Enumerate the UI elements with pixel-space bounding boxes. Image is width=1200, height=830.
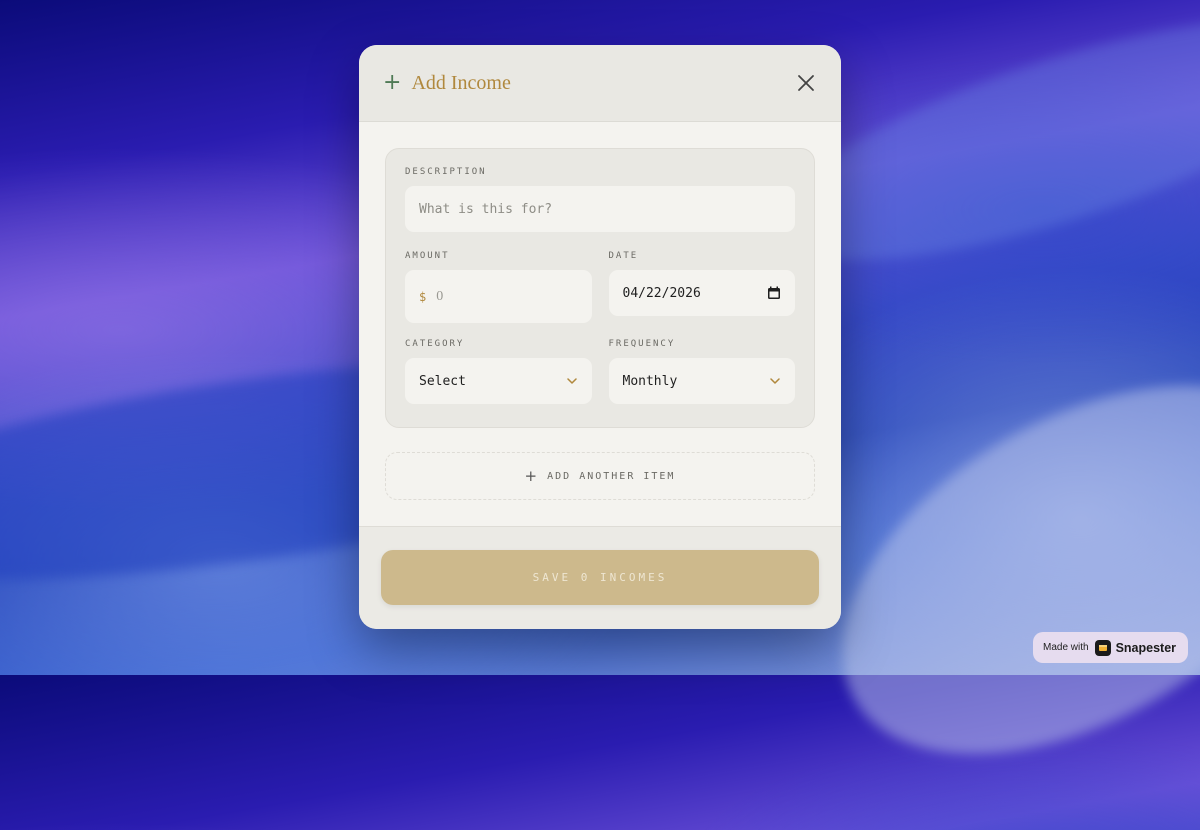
amount-date-row: AMOUNT $ 0 DATE 04/22/2026: [405, 251, 795, 323]
modal-body: DESCRIPTION What is this for? AMOUNT $ 0…: [359, 122, 841, 500]
modal-header: + Add Income: [359, 45, 841, 122]
category-frequency-row: CATEGORY Select FREQUENCY Monthly: [405, 339, 795, 404]
description-label: DESCRIPTION: [405, 167, 487, 177]
made-with-snapester-badge[interactable]: Made with Snapester: [1033, 632, 1188, 663]
frequency-value: Monthly: [622, 373, 678, 389]
frequency-label: FREQUENCY: [608, 339, 676, 349]
description-placeholder: What is this for?: [419, 201, 553, 217]
amount-input[interactable]: $ 0: [405, 270, 592, 323]
add-income-modal: + Add Income DESCRIPTION What is this fo…: [359, 45, 841, 629]
date-value: 04/22/2026: [622, 285, 701, 301]
add-another-item-button[interactable]: + ADD ANOTHER ITEM: [385, 452, 815, 500]
chevron-down-icon: [770, 378, 780, 384]
modal-title: Add Income: [411, 71, 511, 94]
amount-label: AMOUNT: [405, 251, 450, 261]
background-swoosh: [779, 310, 1200, 830]
chevron-down-icon: [566, 378, 577, 384]
income-item-card: DESCRIPTION What is this for? AMOUNT $ 0…: [385, 148, 815, 428]
plus-icon: +: [383, 70, 402, 95]
modal-footer: SAVE 0 INCOMES: [359, 526, 841, 629]
close-icon[interactable]: [795, 72, 817, 94]
calendar-icon[interactable]: [767, 286, 781, 300]
save-incomes-button[interactable]: SAVE 0 INCOMES: [381, 550, 819, 605]
date-input[interactable]: 04/22/2026: [608, 270, 795, 316]
frequency-select[interactable]: Monthly: [608, 358, 795, 404]
plus-icon: +: [524, 467, 540, 485]
category-select[interactable]: Select: [405, 358, 592, 404]
add-another-item-label: ADD ANOTHER ITEM: [547, 470, 676, 482]
badge-made-with-text: Made with: [1043, 642, 1089, 653]
currency-symbol: $: [419, 289, 427, 304]
badge-brand-name: Snapester: [1115, 640, 1177, 655]
category-label: CATEGORY: [405, 339, 465, 349]
category-value: Select: [419, 373, 466, 389]
description-input[interactable]: What is this for?: [405, 186, 795, 232]
amount-placeholder: 0: [436, 288, 444, 304]
date-label: DATE: [608, 251, 639, 261]
snapester-logo-icon: [1094, 639, 1111, 656]
